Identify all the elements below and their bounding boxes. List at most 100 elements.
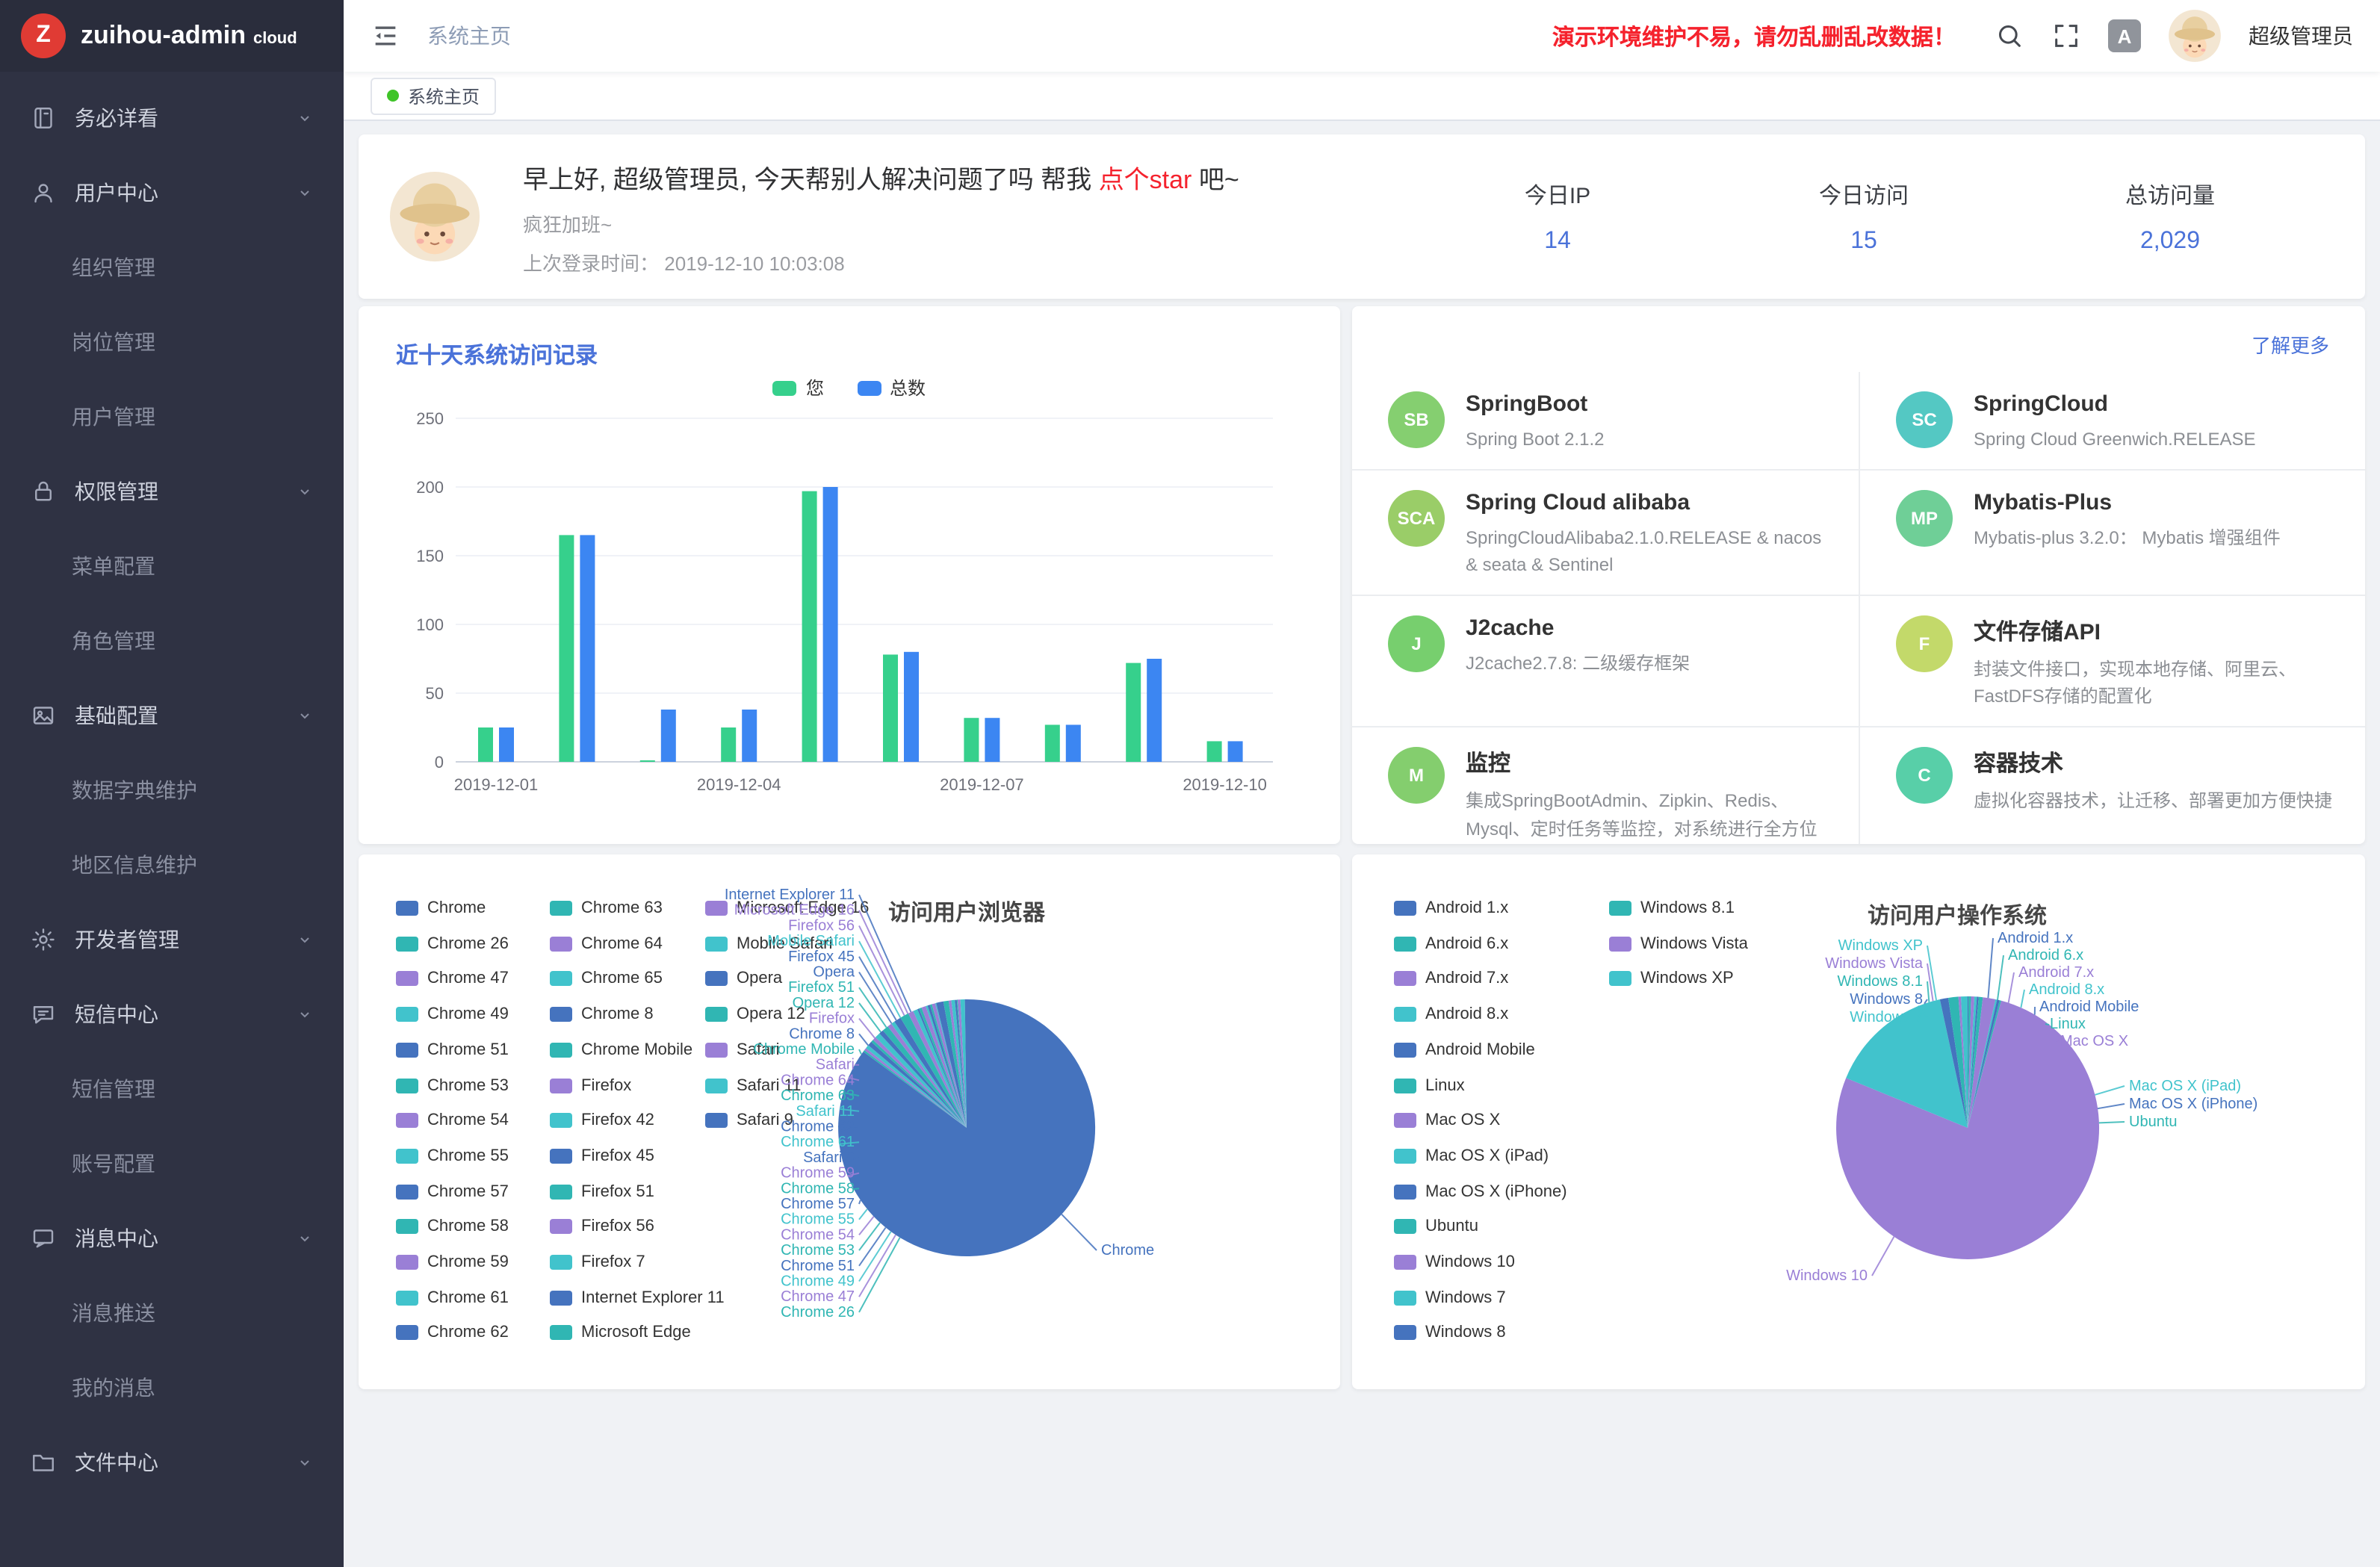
sidebar-item-开发者管理[interactable]: 开发者管理 [0,902,344,977]
search-icon[interactable] [1995,21,2024,51]
sidebar-item-角色管理[interactable]: 角色管理 [0,603,344,678]
sidebar-item-账号配置[interactable]: 账号配置 [0,1126,344,1201]
sidebar-item-我的消息[interactable]: 我的消息 [0,1350,344,1425]
chat-icon [30,1001,57,1028]
stat-label: 总访问量 [2017,179,2323,210]
sidebar-item-消息中心[interactable]: 消息中心 [0,1201,344,1276]
legend-item[interactable]: Windows 10 [1394,1253,1515,1271]
legend-item[interactable]: Microsoft Edge 16 [705,899,869,917]
legend-item[interactable]: Safari 11 [705,1076,801,1094]
star-link[interactable]: 点个star [1099,165,1192,193]
sidebar-item-文件中心[interactable]: 文件中心 [0,1425,344,1500]
sidebar-item-务必详看[interactable]: 务必详看 [0,81,344,155]
visits-chart-card: 近十天系统访问记录 您总数 0501001502002502019-12-012… [359,306,1340,844]
legend-item[interactable]: Mobile Safari [705,934,832,952]
sidebar-item-菜单配置[interactable]: 菜单配置 [0,529,344,603]
legend-item[interactable]: Chrome 26 [396,934,509,952]
svg-text:250: 250 [416,409,444,428]
legend-item[interactable]: Firefox 7 [550,1253,645,1271]
chevron-down-icon [296,1229,314,1247]
username[interactable]: 超级管理员 [2249,21,2353,51]
legend-item[interactable]: Firefox 45 [550,1147,654,1165]
legend-item[interactable]: Chrome Mobile [550,1041,692,1059]
font-size-icon[interactable]: A [2108,19,2141,52]
legend-item[interactable]: Android 7.x [1394,970,1508,988]
tab-label: 系统主页 [408,83,480,108]
legend-item[interactable]: Chrome 58 [396,1218,509,1236]
sidebar-item-权限管理[interactable]: 权限管理 [0,454,344,529]
browser-chart-card: Chrome Chrome 26 Chrome 47 Chrome 49 Chrome … [359,854,1340,1389]
legend-item[interactable]: Chrome 53 [396,1076,509,1094]
chevron-down-icon [296,707,314,724]
sidebar-item-label: 务必详看 [75,103,158,133]
sidebar-item-消息推送[interactable]: 消息推送 [0,1276,344,1350]
topbar: 系统主页 演示环境维护不易，请勿乱删乱改数据！ A 超级管理员 [344,0,2380,72]
legend-item[interactable]: Windows 8 [1394,1324,1506,1342]
sidebar-item-label: 文件中心 [75,1447,158,1477]
notebook-icon [30,105,57,131]
collapse-menu-icon[interactable] [371,21,400,51]
legend-item[interactable]: Firefox [550,1076,631,1094]
sidebar-menu: 务必详看用户中心组织管理岗位管理用户管理权限管理菜单配置角色管理基础配置数据字典… [0,72,344,1500]
stat-item: 今日访问15 [1711,179,2017,255]
fullscreen-icon[interactable] [2051,21,2081,51]
legend-item[interactable]: Chrome 49 [396,1005,509,1023]
legend-item[interactable]: Microsoft Edge [550,1324,691,1342]
logo-title: zuihou-admin [81,21,246,51]
legend-item[interactable]: Chrome [396,899,486,917]
sidebar-item-岗位管理[interactable]: 岗位管理 [0,305,344,379]
sidebar-item-数据字典维护[interactable]: 数据字典维护 [0,753,344,828]
sidebar-item-用户管理[interactable]: 用户管理 [0,379,344,454]
tech-item: SCSpringCloudSpring Cloud Greenwich.RELE… [1859,372,2365,468]
legend-item[interactable]: Ubuntu [1394,1218,1478,1236]
sidebar-item-基础配置[interactable]: 基础配置 [0,678,344,753]
sidebar-item-组织管理[interactable]: 组织管理 [0,230,344,305]
legend-item[interactable]: Chrome 54 [396,1111,509,1129]
avatar[interactable] [2168,9,2222,63]
legend-item[interactable]: Chrome 64 [550,934,663,952]
legend-item[interactable]: Chrome 55 [396,1147,509,1165]
legend-item[interactable]: Android Mobile [1394,1041,1535,1059]
legend-item[interactable]: Chrome 59 [396,1253,509,1271]
legend-item[interactable]: Windows 8.1 [1609,899,1735,917]
legend-item[interactable]: Android 1.x [1394,899,1508,917]
legend-item[interactable]: Mac OS X (iPad) [1394,1147,1549,1165]
legend-item[interactable]: Chrome 57 [396,1182,509,1200]
legend-item[interactable]: Mac OS X (iPhone) [1394,1182,1567,1200]
legend-item[interactable]: Opera [705,970,782,988]
svg-text:2019-12-04: 2019-12-04 [697,775,781,794]
legend-item[interactable]: Internet Explorer 11 [550,1288,725,1306]
legend-item[interactable]: Windows 7 [1394,1288,1506,1306]
logo[interactable]: Z zuihou-admin cloud [0,0,344,72]
legend-item[interactable]: Chrome 47 [396,970,509,988]
legend-item[interactable]: Safari 9 [705,1111,793,1129]
legend-item[interactable]: Opera 12 [705,1005,805,1023]
sidebar-item-地区信息维护[interactable]: 地区信息维护 [0,828,344,902]
folder-icon [30,1449,57,1476]
sidebar-item-短信中心[interactable]: 短信中心 [0,977,344,1052]
tech-title: 容器技术 [1974,747,2332,778]
sidebar-item-用户中心[interactable]: 用户中心 [0,155,344,230]
legend-item[interactable]: Android 8.x [1394,1005,1508,1023]
sidebar-item-短信管理[interactable]: 短信管理 [0,1052,344,1126]
legend-item[interactable]: Linux [1394,1076,1465,1094]
legend-item[interactable]: Windows Vista [1609,934,1748,952]
legend-item[interactable]: Chrome 51 [396,1041,509,1059]
legend-item[interactable]: Windows XP [1609,970,1734,988]
legend-item[interactable]: Chrome 65 [550,970,663,988]
legend-item[interactable]: Firefox 56 [550,1218,654,1236]
legend-item[interactable]: Android 6.x [1394,934,1508,952]
last-login-label: 上次登录时间： [523,252,659,274]
legend-item[interactable]: Safari [705,1041,780,1059]
legend-item[interactable]: Firefox 51 [550,1182,654,1200]
legend-item[interactable]: Firefox 42 [550,1111,654,1129]
breadcrumb[interactable]: 系统主页 [427,21,511,51]
legend-item[interactable]: Chrome 62 [396,1324,509,1342]
legend-item[interactable]: Chrome 61 [396,1288,509,1306]
tab-home[interactable]: 系统主页 [371,77,496,114]
tech-desc: J2cache2.7.8: 二级缓存框架 [1466,650,1690,677]
legend-item[interactable]: Chrome 63 [550,899,663,917]
learn-more-link[interactable]: 了解更多 [2252,330,2329,359]
legend-item[interactable]: Chrome 8 [550,1005,654,1023]
legend-item[interactable]: Mac OS X [1394,1111,1500,1129]
